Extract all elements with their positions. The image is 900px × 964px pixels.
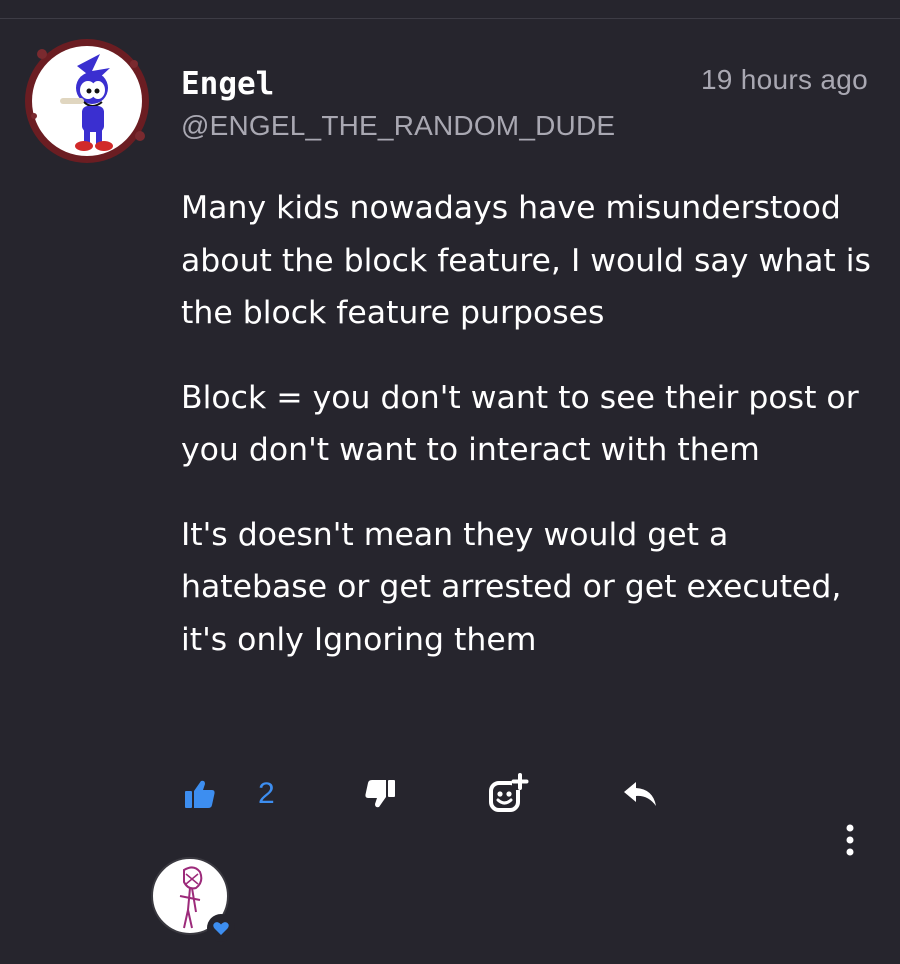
- thumbs-up-icon: [185, 780, 215, 808]
- post-paragraph: Many kids nowadays have misunderstood ab…: [181, 190, 871, 331]
- like-button[interactable]: [178, 772, 222, 816]
- online-heart-badge: [206, 913, 236, 943]
- reply-arrow-icon: [624, 782, 656, 806]
- reply-button[interactable]: [618, 772, 662, 816]
- more-options-button[interactable]: [836, 820, 864, 860]
- like-count: 2: [258, 777, 275, 810]
- more-vertical-icon: [846, 824, 854, 856]
- avatar-image: [25, 39, 149, 163]
- add-reaction-icon: [489, 773, 529, 812]
- thumbs-down-icon: [365, 780, 395, 808]
- post-paragraph: It's doesn't mean they would get a hateb…: [181, 516, 842, 658]
- top-divider: [0, 18, 900, 19]
- heart-icon: [207, 914, 235, 942]
- author-handle[interactable]: @ENGEL_THE_RANDOM_DUDE: [181, 108, 615, 144]
- author-display-name[interactable]: Engel: [181, 64, 274, 104]
- dislike-button[interactable]: [358, 772, 402, 816]
- post-body: Many kids nowadays have misunderstood ab…: [181, 182, 881, 666]
- post-paragraph: Block = you don't want to see their post…: [181, 379, 859, 469]
- author-avatar[interactable]: [22, 36, 152, 166]
- post-timestamp: 19 hours ago: [700, 64, 868, 95]
- add-reaction-button[interactable]: [484, 769, 532, 817]
